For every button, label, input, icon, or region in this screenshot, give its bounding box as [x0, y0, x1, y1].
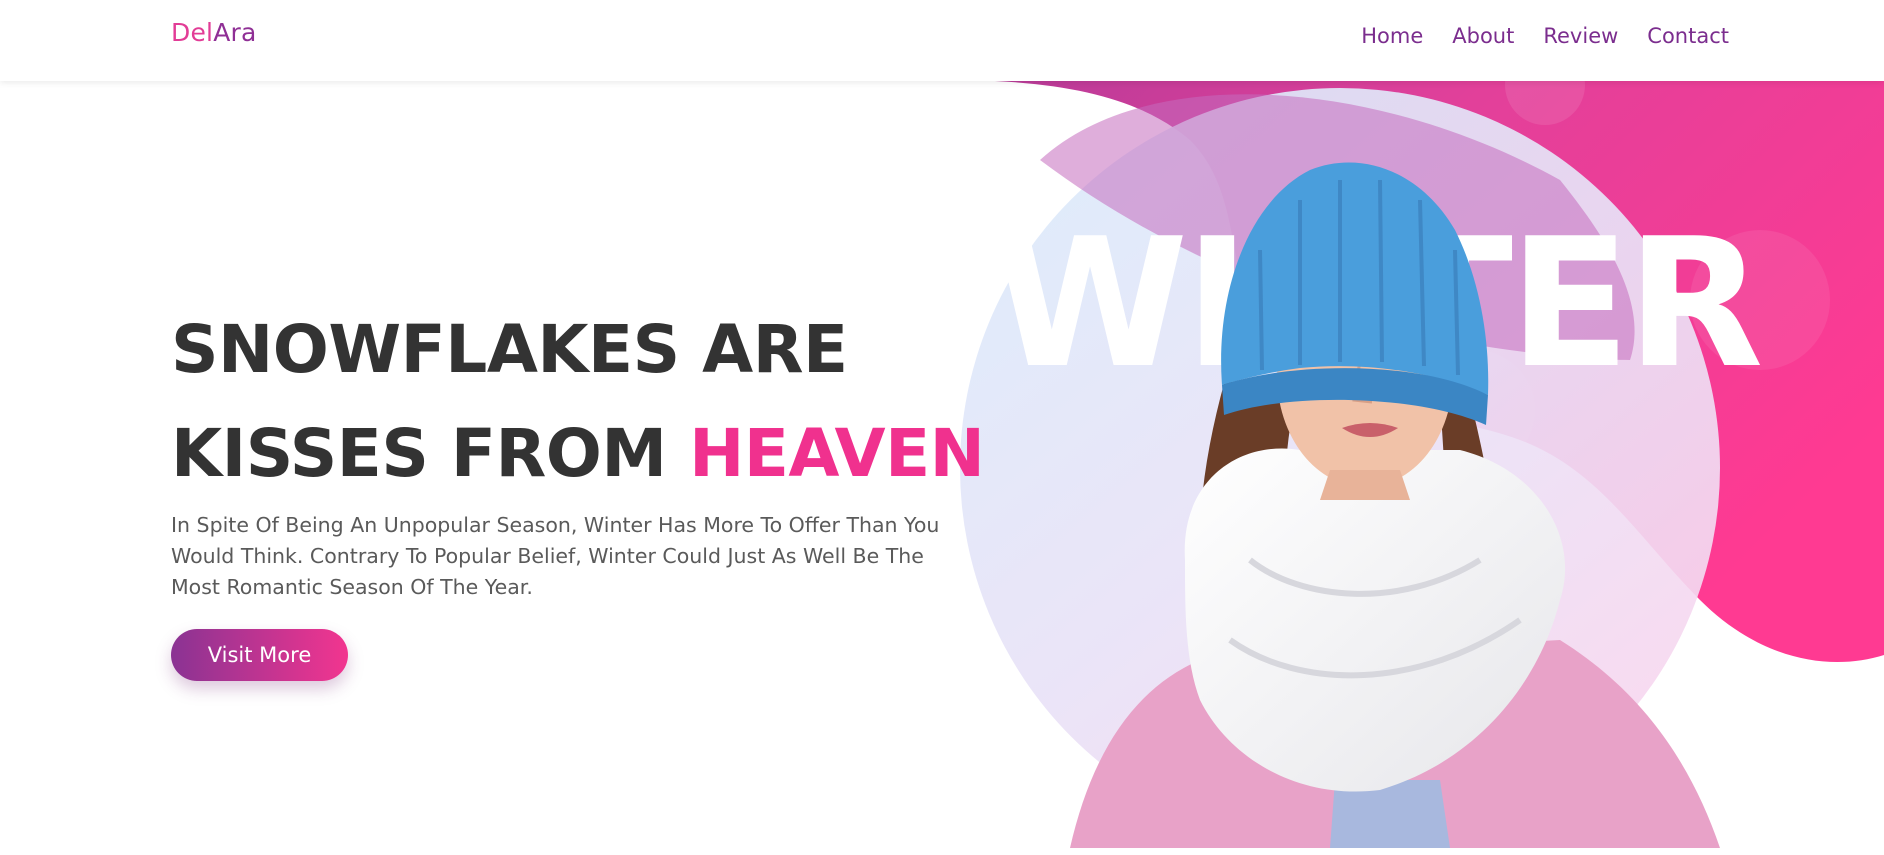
site-header: DelAra Home About Review Contact [0, 0, 1884, 81]
hero-title-accent: HEAVEN [689, 415, 985, 492]
hero-text-block: SNOWFLAKES ARE KISSES FROM HEAVEN In Spi… [171, 298, 985, 681]
hero-title-line1: SNOWFLAKES ARE [171, 311, 848, 388]
nav-home[interactable]: Home [1361, 24, 1423, 48]
nav-contact[interactable]: Contact [1647, 24, 1729, 48]
logo-part-del: Del [171, 18, 214, 47]
nav-review[interactable]: Review [1543, 24, 1618, 48]
visit-more-button[interactable]: Visit More [171, 629, 348, 681]
nav-about[interactable]: About [1452, 24, 1514, 48]
hero-description: In Spite Of Being An Unpopular Season, W… [171, 513, 940, 599]
page: DelAra Home About Review Contact SNOWFLA… [0, 0, 1884, 855]
logo-part-ara: Ara [213, 18, 257, 47]
logo[interactable]: DelAra [171, 18, 257, 47]
hero-title: SNOWFLAKES ARE KISSES FROM HEAVEN [171, 298, 985, 506]
main-nav: Home About Review Contact [1361, 24, 1729, 48]
hero-title-line2-prefix: KISSES FROM [171, 415, 690, 492]
